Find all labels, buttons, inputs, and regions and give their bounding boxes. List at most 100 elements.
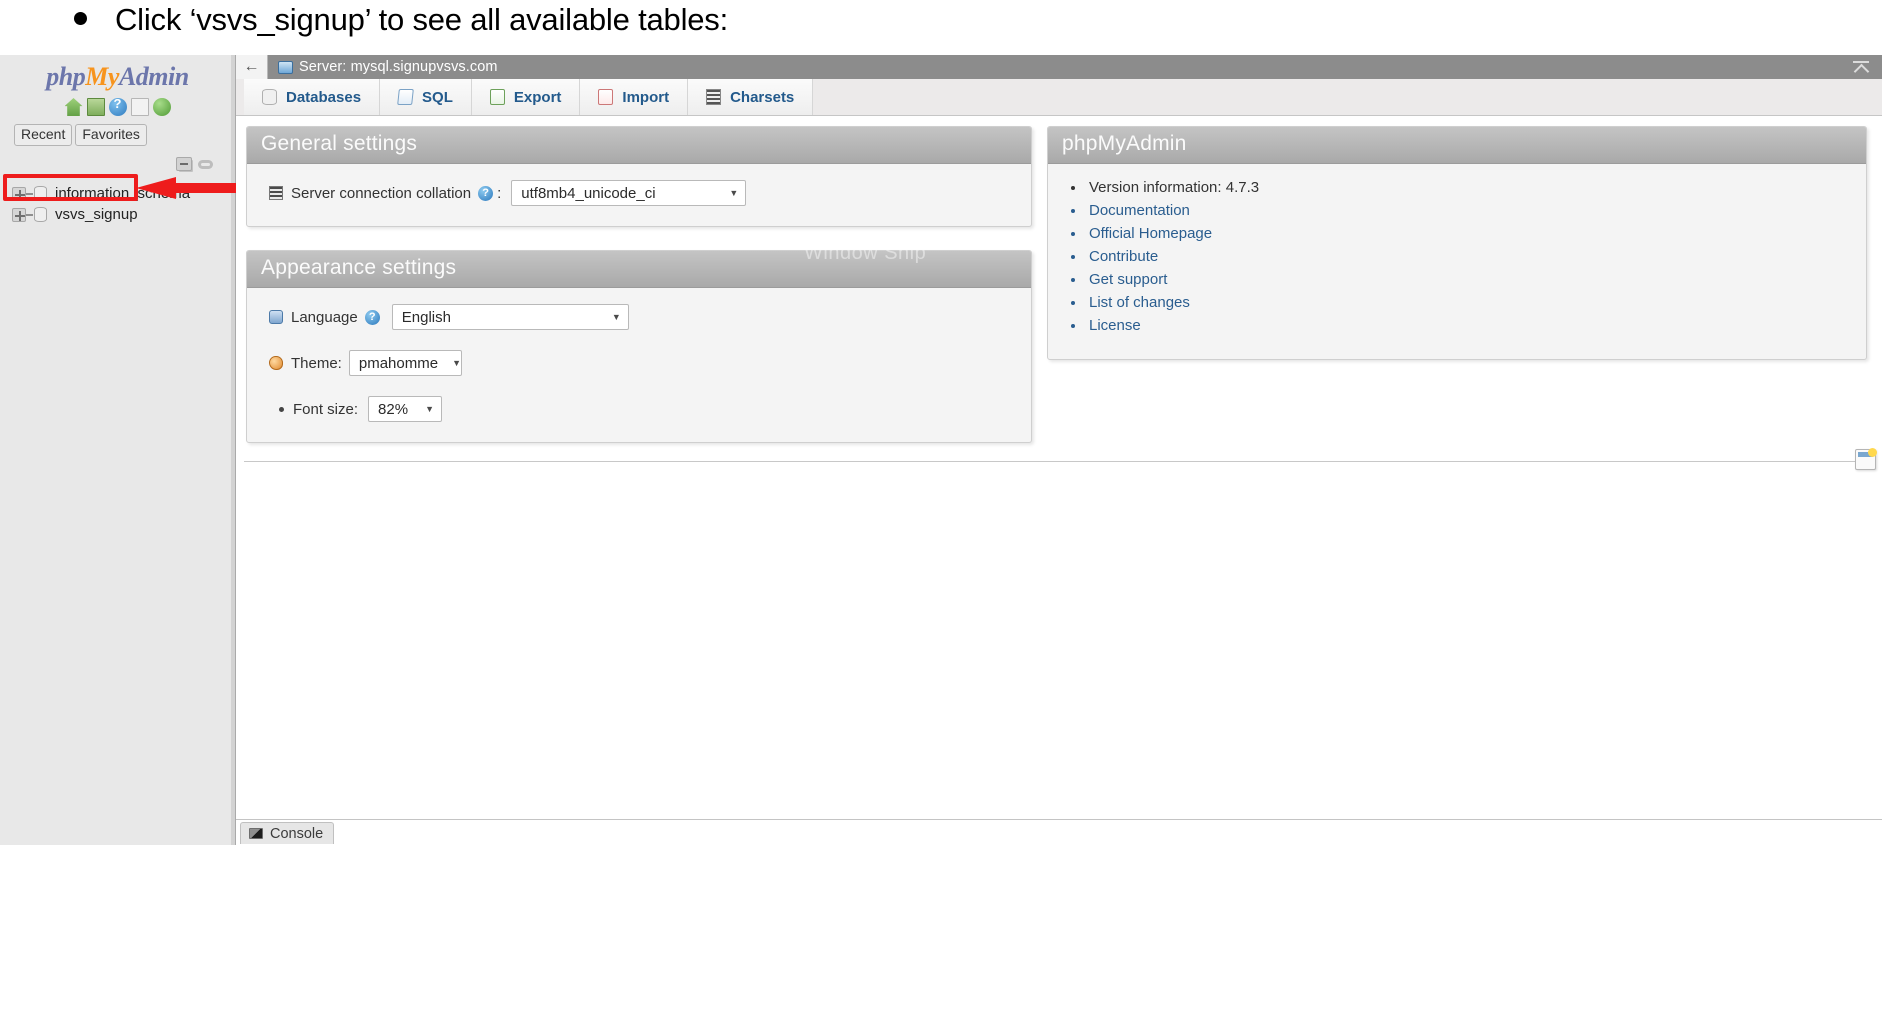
db-tree-item-vsvs-signup[interactable]: vsvs_signup (0, 204, 235, 225)
language-select[interactable]: English ▼ (391, 304, 629, 330)
collation-select[interactable]: utf8mb4_unicode_ci ▼ (511, 180, 747, 206)
chevron-up-collapse-icon[interactable] (1852, 58, 1870, 76)
sql-icon (397, 89, 414, 105)
tab-label: Import (622, 88, 670, 106)
help-icon[interactable] (108, 96, 127, 116)
caption-text: Click ‘vsvs_signup’ to see all available… (115, 2, 729, 37)
list-item[interactable]: Official Homepage (1086, 222, 1848, 245)
theme-value: pmahomme (358, 354, 439, 372)
tab-databases[interactable]: Databases (244, 79, 381, 115)
logo-my: My (85, 62, 119, 91)
phpmyadmin-info-panel: phpMyAdmin Version information: 4.7.3 Do… (1047, 126, 1867, 360)
reload-icon[interactable] (152, 98, 171, 116)
fontsize-row: Font size: 82% ▼ (269, 396, 1013, 422)
tab-label: Databases (286, 88, 362, 106)
bullet-dot-icon (74, 12, 87, 25)
navigation-quick-buttons: Recent Favorites (14, 124, 235, 146)
logo-php: php (46, 62, 86, 91)
phpmyadmin-logo[interactable]: phpMyAdmin (0, 55, 235, 92)
documentation-icon[interactable] (130, 98, 149, 116)
link-contribute[interactable]: Contribute (1089, 248, 1158, 265)
help-icon[interactable]: ? (478, 185, 494, 201)
recent-button[interactable]: Recent (14, 124, 73, 146)
tab-export[interactable]: Export (471, 79, 581, 115)
charsets-icon (706, 89, 722, 105)
favorites-button[interactable]: Favorites (75, 124, 147, 146)
collation-icon (269, 186, 283, 200)
tab-label: Export (513, 88, 562, 106)
link-documentation[interactable]: Documentation (1089, 202, 1190, 219)
list-item: Version information: 4.7.3 (1086, 176, 1848, 199)
collapse-all-icon[interactable] (176, 157, 192, 171)
version-info-text: Version information: 4.7.3 (1089, 179, 1260, 196)
link-license[interactable]: License (1089, 317, 1141, 334)
language-icon (269, 310, 283, 324)
server-title-bar: ← Server: mysql.signupvsvs.com (236, 55, 1882, 79)
tab-import[interactable]: Import (580, 79, 689, 115)
general-settings-body: Server connection collation ? : utf8mb4_… (247, 164, 1031, 226)
appearance-settings-title: Appearance settings (247, 251, 1031, 288)
tab-label: Charsets (730, 88, 795, 106)
home-icon[interactable] (64, 98, 83, 116)
collation-label: Server connection collation (291, 184, 472, 202)
database-icon[interactable] (34, 186, 47, 201)
phpmyadmin-window: phpMyAdmin Recent Favorites information_… (0, 55, 1882, 845)
phpmyadmin-info-title: phpMyAdmin (1048, 127, 1866, 164)
navigation-collapse-row (0, 155, 235, 173)
tree-connector (26, 192, 33, 195)
link-list-of-changes[interactable]: List of changes (1089, 294, 1190, 311)
tab-charsets[interactable]: Charsets (688, 79, 814, 115)
expand-icon[interactable] (12, 186, 26, 201)
chevron-down-icon: ▼ (452, 358, 461, 368)
console-button[interactable]: Console (240, 822, 335, 844)
console-bar: Console (236, 819, 1882, 845)
db-label[interactable]: vsvs_signup (55, 206, 138, 223)
theme-icon (269, 356, 283, 370)
database-icon[interactable] (34, 207, 47, 222)
list-item[interactable]: List of changes (1086, 291, 1848, 314)
fontsize-value: 82% (378, 400, 409, 418)
list-item[interactable]: Get support (1086, 268, 1848, 291)
new-window-note-icon[interactable] (1855, 448, 1877, 470)
list-item[interactable]: Contribute (1086, 245, 1848, 268)
slide-caption: Click ‘vsvs_signup’ to see all available… (0, 0, 1882, 62)
collation-row: Server connection collation ? : utf8mb4_… (269, 180, 1013, 206)
appearance-settings-body: Language ? English ▼ Theme: pmahomme ▼ F… (247, 288, 1031, 442)
fontsize-select[interactable]: 82% ▼ (368, 396, 443, 422)
db-tree-item-information-schema[interactable]: information_schema (0, 183, 235, 204)
link-get-support[interactable]: Get support (1089, 271, 1167, 288)
toggle-link-icon[interactable] (198, 159, 213, 169)
collation-value: utf8mb4_unicode_ci (521, 184, 656, 202)
theme-row: Theme: pmahomme ▼ (269, 350, 1013, 376)
appearance-settings-panel: Appearance settings Language ? English ▼ (246, 250, 1032, 443)
content-area: General settings Server connection colla… (236, 116, 1882, 845)
language-label: Language (291, 308, 358, 326)
export-icon (489, 89, 505, 105)
navigation-panel: phpMyAdmin Recent Favorites information_… (0, 55, 236, 845)
link-official-homepage[interactable]: Official Homepage (1089, 225, 1212, 242)
general-settings-panel: General settings Server connection colla… (246, 126, 1032, 227)
bullet-row: Click ‘vsvs_signup’ to see all available… (74, 2, 728, 38)
list-item[interactable]: Documentation (1086, 199, 1848, 222)
back-button[interactable]: ← (236, 55, 268, 79)
theme-select[interactable]: pmahomme ▼ (348, 350, 462, 376)
db-label[interactable]: information_schema (55, 185, 190, 202)
databases-icon (262, 89, 277, 105)
logo-admin: Admin (118, 62, 189, 91)
bullet-icon (279, 406, 284, 412)
logout-icon[interactable] (86, 98, 105, 116)
list-item[interactable]: License (1086, 314, 1848, 337)
language-value: English (401, 308, 451, 326)
phpmyadmin-info-body: Version information: 4.7.3 Documentation… (1048, 164, 1866, 359)
console-label: Console (270, 825, 324, 842)
navigation-scrollbar[interactable] (231, 55, 235, 845)
chevron-down-icon: ▼ (611, 312, 621, 322)
help-icon[interactable]: ? (364, 309, 380, 325)
expand-icon[interactable] (12, 207, 26, 222)
tab-sql[interactable]: SQL (380, 79, 472, 115)
main-frame: ← Server: mysql.signupvsvs.com Databases… (236, 55, 1882, 845)
theme-label: Theme: (291, 354, 342, 372)
general-settings-title: General settings (247, 127, 1031, 164)
collation-colon: : (497, 184, 502, 202)
console-icon (249, 828, 263, 839)
